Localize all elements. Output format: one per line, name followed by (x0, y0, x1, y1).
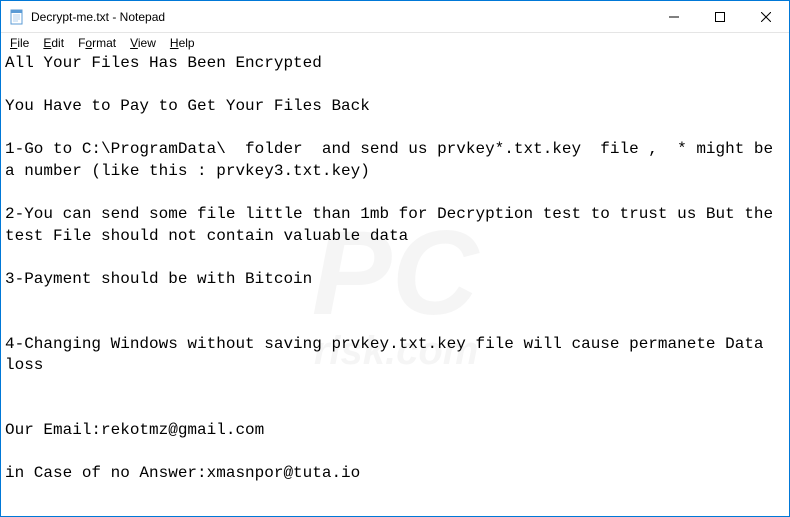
notepad-icon (9, 9, 25, 25)
titlebar[interactable]: Decrypt-me.txt - Notepad (1, 1, 789, 33)
text-line: All Your Files Has Been Encrypted (5, 54, 322, 72)
menu-edit[interactable]: Edit (36, 35, 71, 51)
text-line: 2-You can send some file little than 1mb… (5, 205, 783, 245)
menu-file[interactable]: File (3, 35, 36, 51)
text-line: You Have to Pay to Get Your Files Back (5, 97, 370, 115)
menubar: File Edit Format View Help (1, 33, 789, 53)
menu-help[interactable]: Help (163, 35, 202, 51)
minimize-button[interactable] (651, 1, 697, 32)
text-line: 4-Changing Windows without saving prvkey… (5, 335, 773, 375)
text-area[interactable]: All Your Files Has Been Encrypted You Ha… (1, 53, 789, 516)
text-line: 1-Go to C:\ProgramData\ folder and send … (5, 140, 783, 180)
window-title: Decrypt-me.txt - Notepad (31, 10, 651, 24)
window-controls (651, 1, 789, 32)
menu-view[interactable]: View (123, 35, 163, 51)
text-line: 3-Payment should be with Bitcoin (5, 270, 312, 288)
close-button[interactable] (743, 1, 789, 32)
text-line: Our Email:rekotmz@gmail.com (5, 421, 264, 439)
text-line: in Case of no Answer:xmasnpor@tuta.io (5, 464, 360, 482)
notepad-window: Decrypt-me.txt - Notepad File Edit Forma… (0, 0, 790, 517)
maximize-button[interactable] (697, 1, 743, 32)
menu-format[interactable]: Format (71, 35, 123, 51)
